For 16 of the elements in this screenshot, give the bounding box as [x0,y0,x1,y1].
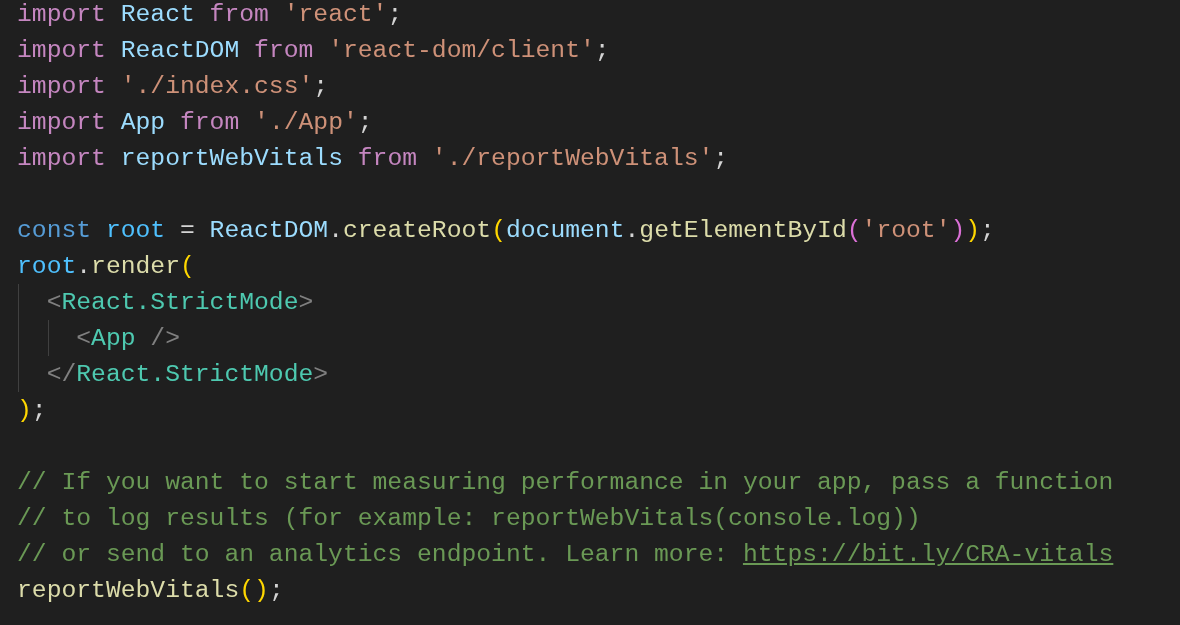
code-line: // If you want to start measuring performance in your app, pass a function [17,468,1114,496]
code-line: const root = ReactDOM.createRoot(document.getElementById('root')); [17,216,995,244]
code-line: import './index.css'; [17,72,329,100]
code-line: import reportWebVitals from './reportWebVitals'; [17,144,729,172]
code-line: import ReactDOM from 'react-dom/client'; [17,36,610,64]
code-line: // or send to an analytics endpoint. Learn more: https://bit.ly/CRA-vitals [17,540,1114,568]
code-line: ); [17,396,47,424]
code-line: <App /> [75,324,180,352]
code-line: // to log results (for example: reportWebVitals(console.log)) [17,504,921,532]
code-line: reportWebVitals(); [17,576,284,604]
code-line: </React.StrictMode> [45,360,329,388]
code-line: import App from './App'; [17,108,373,136]
link[interactable]: https://bit.ly/CRA-vitals [742,540,1114,568]
code-line: root.render( [17,252,195,280]
code-line: import React from 'react'; [17,0,403,28]
code-line: <React.StrictMode> [45,288,314,316]
